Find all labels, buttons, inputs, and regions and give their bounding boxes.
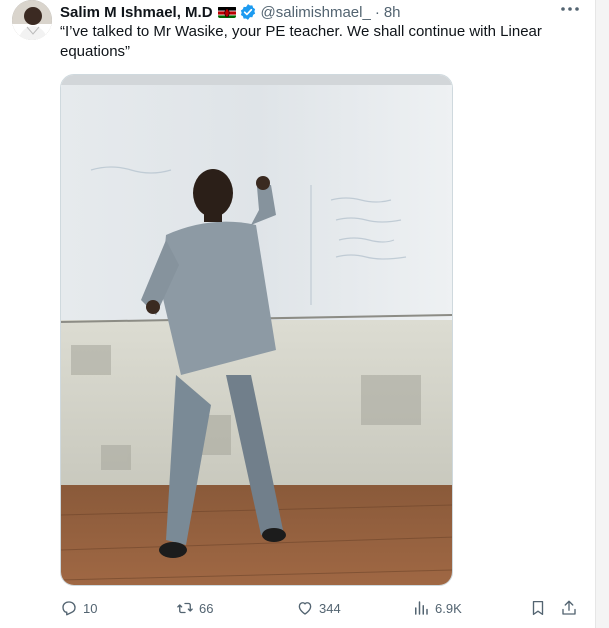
repost-button[interactable]: 66 xyxy=(176,597,213,619)
author-name[interactable]: Salim M Ishmael, M.D xyxy=(60,4,213,21)
separator-dot: · xyxy=(374,3,380,21)
more-options-icon[interactable] xyxy=(559,2,581,16)
tweet-text: “I’ve talked to Mr Wasike, your PE teach… xyxy=(60,23,542,60)
share-button[interactable] xyxy=(560,597,578,619)
timestamp[interactable]: 8h xyxy=(384,4,401,21)
tweet-action-bar: 10 66 344 6.9K xyxy=(0,597,600,619)
views-chart-icon xyxy=(415,601,428,615)
kenya-flag-icon xyxy=(217,6,236,18)
tweet-header: Salim M Ishmael, M.D @salimishmael_ · 8h xyxy=(60,1,401,23)
like-button[interactable]: 344 xyxy=(296,597,341,619)
author-handle[interactable]: @salimishmael_ xyxy=(261,4,371,21)
repost-count: 66 xyxy=(199,600,214,616)
reply-count: 10 xyxy=(83,600,98,616)
reply-icon xyxy=(62,601,76,616)
reply-button[interactable]: 10 xyxy=(60,597,97,619)
verified-badge-icon[interactable] xyxy=(239,3,257,21)
share-icon xyxy=(562,600,576,615)
avatar[interactable] xyxy=(12,0,52,40)
views-button[interactable]: 6.9K xyxy=(412,597,462,619)
tweet-photo[interactable] xyxy=(60,74,453,586)
views-count: 6.9K xyxy=(435,600,462,616)
bookmark-icon xyxy=(532,600,544,616)
repost-icon xyxy=(177,602,193,614)
like-count: 344 xyxy=(319,600,341,616)
heart-icon xyxy=(298,602,312,615)
window-edge xyxy=(595,0,609,628)
bookmark-button[interactable] xyxy=(529,597,547,619)
